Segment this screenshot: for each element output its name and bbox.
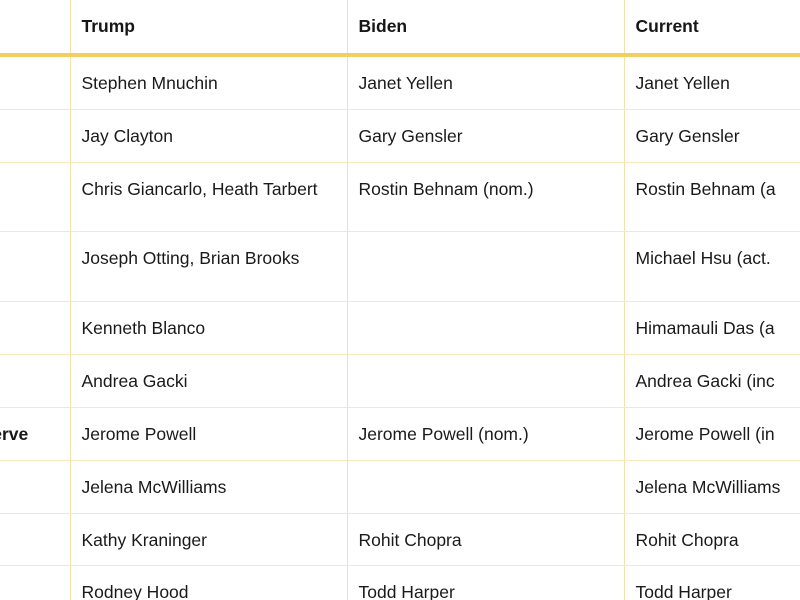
cell-current: Himamauli Das (a bbox=[624, 301, 800, 356]
table-row[interactable]: Kenneth Blanco Himamauli Das (a bbox=[0, 301, 800, 356]
cell-biden: Gary Gensler bbox=[347, 109, 625, 163]
cell-trump: Joseph Otting, Brian Brooks bbox=[70, 231, 348, 303]
cell-agency bbox=[0, 162, 71, 233]
table-scroll-container[interactable]: Trump Biden Current Stephen Mnuchin Jane… bbox=[0, 0, 800, 600]
cell-agency bbox=[0, 354, 71, 408]
cell-current: Janet Yellen bbox=[624, 54, 800, 110]
cell-biden bbox=[347, 231, 625, 303]
cell-biden bbox=[347, 354, 625, 408]
cell-trump: Kenneth Blanco bbox=[70, 301, 348, 356]
table-row[interactable]: Andrea Gacki Andrea Gacki (inc bbox=[0, 354, 800, 408]
cell-current: Andrea Gacki (inc bbox=[624, 354, 800, 408]
table-row[interactable]: Federal Reserve Jerome Powell Jerome Pow… bbox=[0, 407, 800, 461]
column-header-trump[interactable]: Trump bbox=[70, 0, 348, 57]
cell-biden: Rostin Behnam (nom.) bbox=[347, 162, 625, 233]
table-row[interactable]: Joseph Otting, Brian Brooks Michael Hsu … bbox=[0, 231, 800, 303]
cell-biden: Janet Yellen bbox=[347, 54, 625, 110]
column-header-current[interactable]: Current bbox=[624, 0, 800, 57]
regulators-table: Trump Biden Current Stephen Mnuchin Jane… bbox=[0, 0, 800, 600]
table-row[interactable]: Stephen Mnuchin Janet Yellen Janet Yelle… bbox=[0, 54, 800, 110]
table-row[interactable]: Jay Clayton Gary Gensler Gary Gensler bbox=[0, 109, 800, 163]
cell-biden: Todd Harper bbox=[347, 565, 625, 600]
cell-trump: Andrea Gacki bbox=[70, 354, 348, 408]
column-header-biden[interactable]: Biden bbox=[347, 0, 625, 57]
cell-biden bbox=[347, 301, 625, 356]
table-row[interactable]: Chris Giancarlo, Heath Tarbert Rostin Be… bbox=[0, 162, 800, 233]
table-viewport: Trump Biden Current Stephen Mnuchin Jane… bbox=[0, 0, 800, 600]
table-row[interactable]: Jelena McWilliams Jelena McWilliams bbox=[0, 460, 800, 514]
table-row[interactable]: Kathy Kraninger Rohit Chopra Rohit Chopr… bbox=[0, 513, 800, 567]
cell-trump: Rodney Hood bbox=[70, 565, 348, 600]
table-row[interactable]: Rodney Hood Todd Harper Todd Harper bbox=[0, 565, 800, 600]
cell-agency bbox=[0, 301, 71, 356]
cell-agency bbox=[0, 513, 71, 567]
cell-agency bbox=[0, 54, 71, 110]
cell-trump: Stephen Mnuchin bbox=[70, 54, 348, 110]
cell-current: Michael Hsu (act. bbox=[624, 231, 800, 303]
cell-agency bbox=[0, 109, 71, 163]
cell-current: Jelena McWilliams bbox=[624, 460, 800, 514]
table-body: Stephen Mnuchin Janet Yellen Janet Yelle… bbox=[0, 54, 800, 600]
cell-current: Rohit Chopra bbox=[624, 513, 800, 567]
cell-trump: Jay Clayton bbox=[70, 109, 348, 163]
cell-trump: Chris Giancarlo, Heath Tarbert bbox=[70, 162, 348, 233]
table-header-row: Trump Biden Current bbox=[0, 0, 800, 57]
cell-agency bbox=[0, 231, 71, 303]
column-header-agency[interactable] bbox=[0, 0, 71, 57]
cell-biden: Jerome Powell (nom.) bbox=[347, 407, 625, 461]
cell-agency bbox=[0, 460, 71, 514]
cell-current: Gary Gensler bbox=[624, 109, 800, 163]
cell-agency bbox=[0, 565, 71, 600]
cell-trump: Jelena McWilliams bbox=[70, 460, 348, 514]
cell-current: Jerome Powell (in bbox=[624, 407, 800, 461]
cell-current: Todd Harper bbox=[624, 565, 800, 600]
cell-current: Rostin Behnam (a bbox=[624, 162, 800, 233]
cell-trump: Jerome Powell bbox=[70, 407, 348, 461]
cell-agency: Federal Reserve bbox=[0, 407, 71, 461]
cell-trump: Kathy Kraninger bbox=[70, 513, 348, 567]
cell-biden: Rohit Chopra bbox=[347, 513, 625, 567]
cell-biden bbox=[347, 460, 625, 514]
